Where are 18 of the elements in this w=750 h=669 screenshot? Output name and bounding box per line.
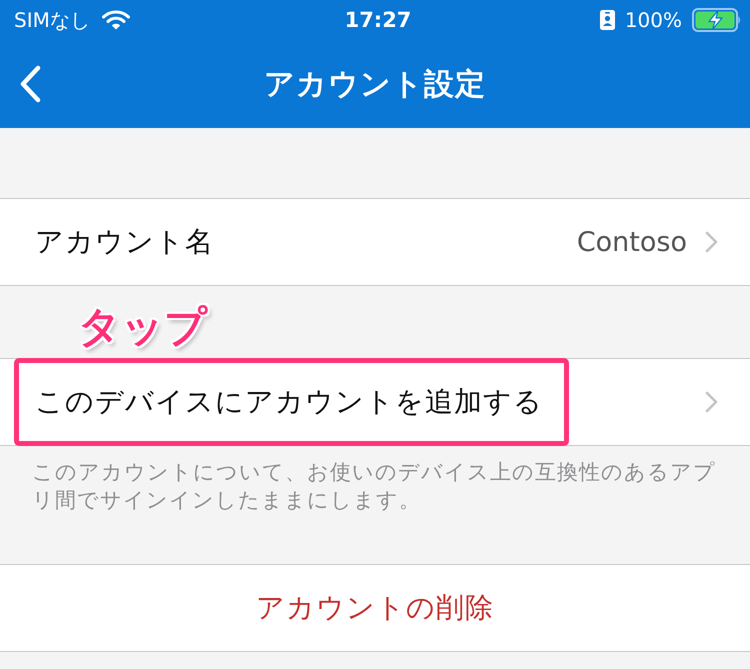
delete-account-button[interactable]: アカウントの削除 <box>0 564 750 652</box>
chevron-right-icon <box>705 391 718 413</box>
clock-time: 17:27 <box>344 8 412 32</box>
callout-label: タップ <box>78 306 207 348</box>
settings-row[interactable]: アカウント名 Contoso <box>0 198 750 286</box>
footer-note: このアカウントについて、お使いのデバイス上の互換性のあるアプリ間でサインインしたままにします。 <box>31 459 717 514</box>
wifi-icon <box>102 10 130 30</box>
row-value: Contoso <box>576 226 687 258</box>
row-label: このデバイスにアカウントを追加する <box>35 359 543 445</box>
nav-title: アカウント設定 <box>264 66 486 104</box>
battery-percent: 100% <box>624 8 682 32</box>
settings-row[interactable]: このデバイスにアカウントを追加する <box>0 358 750 446</box>
battery-charging-icon <box>692 8 742 32</box>
person-card-icon <box>600 10 615 30</box>
row-label: アカウント名 <box>35 224 214 260</box>
carrier-label: SIMなし <box>14 6 90 34</box>
chevron-right-icon <box>705 231 718 253</box>
back-button[interactable] <box>18 65 42 103</box>
